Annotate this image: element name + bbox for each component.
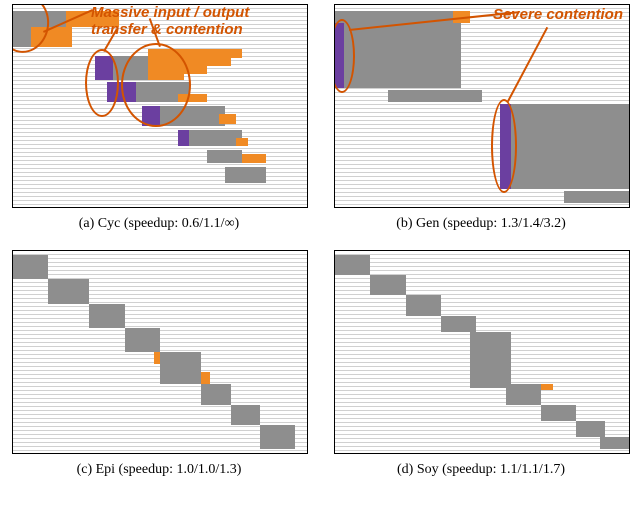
panel-a: Massive input / output transfer & conten…: [12, 4, 306, 246]
panel-grid: Massive input / output transfer & conten…: [12, 4, 628, 492]
caption-c: (c) Epi (speedup: 1.0/1.0/1.3): [12, 454, 306, 492]
plot-b: Severe contention: [334, 4, 630, 208]
caption-a: (a) Cyc (speedup: 0.6/1.1/∞): [12, 208, 306, 246]
annotation-b-label: Severe contention: [493, 7, 623, 24]
figure-grid: Massive input / output transfer & conten…: [0, 0, 640, 507]
panel-c: (c) Epi (speedup: 1.0/1.0/1.3): [12, 250, 306, 492]
plot-c: [12, 250, 308, 454]
annotation-b-line-2: [507, 27, 548, 102]
plot-d: [334, 250, 630, 454]
caption-d: (d) Soy (speedup: 1.1/1.1/1.7): [334, 454, 628, 492]
panel-d: (d) Soy (speedup: 1.1/1.1/1.7): [334, 250, 628, 492]
panel-b: Severe contention (b) Gen (speedup: 1.3/…: [334, 4, 628, 246]
annotation-a-line-2: [103, 28, 118, 52]
plot-a: Massive input / output transfer & conten…: [12, 4, 308, 208]
annotation-a-line-3: [149, 18, 161, 47]
caption-b: (b) Gen (speedup: 1.3/1.4/3.2): [334, 208, 628, 246]
